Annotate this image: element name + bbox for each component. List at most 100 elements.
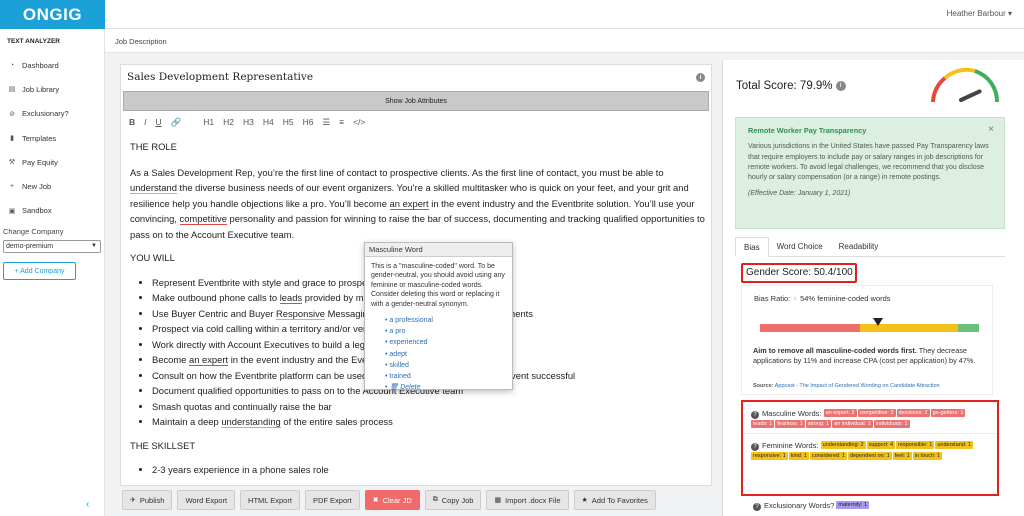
collapse-sidebar-icon[interactable]: ‹ — [86, 499, 89, 510]
action-bar: ✈ Publish Word Export HTML Export PDF Exp… — [122, 490, 661, 510]
word-tag[interactable]: responsible: 1 — [896, 441, 935, 450]
word-tag[interactable]: strong: 1 — [805, 420, 832, 429]
html-export-button[interactable]: HTML Export — [240, 490, 300, 510]
word-tag[interactable]: an individual: 1 — [832, 420, 873, 429]
h5-button[interactable]: H5 — [283, 117, 294, 127]
masculine-word[interactable]: an expert — [189, 354, 229, 366]
code-icon[interactable]: </> — [353, 117, 365, 127]
copy-job-button[interactable]: ⧉ Copy Job — [424, 490, 482, 510]
copy-icon: ⧉ — [432, 496, 438, 503]
publish-button[interactable]: ✈ Publish — [122, 490, 173, 510]
numbered-list-icon[interactable]: ≡ — [339, 117, 344, 127]
synonym-option[interactable]: experienced — [385, 337, 506, 348]
add-company-button[interactable]: + Add Company — [3, 262, 76, 280]
info-icon[interactable]: i — [835, 80, 846, 91]
exclusionary-words: ? Exclusionary Words? maternity: 1 — [753, 501, 870, 511]
link-icon[interactable]: 🔗 — [171, 117, 182, 128]
source-link[interactable]: Appcast - The Impact of Gendered Wording… — [775, 383, 940, 389]
sidebar-item-new-job[interactable]: + New Job — [0, 174, 105, 198]
word-export-button[interactable]: Word Export — [177, 490, 236, 510]
synonym-option[interactable]: adept — [385, 349, 506, 360]
word-tag[interactable]: go-getters: 1 — [930, 409, 966, 418]
h1-button[interactable]: H1 — [203, 117, 214, 127]
change-company-label: Change Company — [3, 227, 64, 236]
word-tag[interactable]: leads: 1 — [751, 420, 775, 429]
sidebar-item-sandbox[interactable]: ▣ Sandbox — [0, 199, 105, 223]
role-paragraph: As a Sales Development Rep, you’re the f… — [130, 166, 705, 240]
word-tag[interactable]: considered: 1 — [809, 452, 847, 461]
feminine-word[interactable]: Responsive — [276, 307, 326, 320]
info-icon[interactable]: i — [696, 73, 705, 82]
pdf-export-button[interactable]: PDF Export — [304, 490, 360, 510]
h3-button[interactable]: H3 — [243, 117, 254, 127]
sidebar-item-job-library[interactable]: ▤ Job Library — [0, 77, 105, 101]
word-tag[interactable]: responsive: 1 — [751, 452, 788, 461]
sidebar-item-templates[interactable]: ▮ Templates — [0, 126, 105, 150]
job-title[interactable]: Sales Development Representative — [127, 71, 313, 83]
tab-bias[interactable]: Bias — [735, 237, 769, 257]
word-tag[interactable]: dependent on: 1 — [847, 452, 892, 461]
help-icon[interactable]: ? — [751, 411, 759, 419]
notice-text: Various jurisdictions in the United Stat… — [748, 143, 989, 182]
file-icon: ▮ — [10, 135, 14, 143]
close-icon[interactable]: × — [988, 124, 994, 135]
sidebar-item-label: Templates — [22, 133, 57, 143]
list-item: Maintain a deep understanding of the ent… — [152, 414, 710, 430]
sidebar-item-exclusionary[interactable]: ⊘ Exclusionary? — [0, 102, 105, 126]
clear-jd-button[interactable]: ✖ Clear JD — [364, 490, 420, 510]
feminine-words: ? Feminine Words: understanding: 2 support… — [751, 441, 973, 461]
word-tag[interactable]: kind: 1 — [788, 452, 809, 461]
feminine-word[interactable]: understanding — [221, 416, 281, 428]
word-tag[interactable]: individuals: 1 — [873, 420, 910, 429]
delete-word-button[interactable]: 🗑 Delete — [385, 382, 506, 393]
synonym-option[interactable]: trained — [385, 371, 506, 382]
add-to-favorites-button[interactable]: ★ Add To Favorites — [573, 490, 656, 510]
feminine-word[interactable]: understand — [130, 182, 177, 194]
help-icon[interactable]: ? — [753, 503, 761, 511]
section-heading: THE ROLE — [130, 141, 177, 152]
word-tag[interactable]: fearless: 1 — [775, 420, 805, 429]
user-menu[interactable]: Heather Barbour ▾ — [947, 9, 1012, 18]
bullet-list-icon[interactable]: ☰ — [323, 117, 331, 128]
word-tag[interactable]: understanding: 2 — [820, 441, 866, 450]
synonym-option[interactable]: a pro — [385, 326, 506, 337]
word-tag[interactable]: feel: 1 — [892, 452, 912, 461]
h4-button[interactable]: H4 — [263, 117, 274, 127]
sidebar-item-label: Pay Equity — [22, 157, 58, 167]
word-tag[interactable]: an expert: 2 — [823, 409, 857, 418]
app-logo[interactable]: ONGIG — [0, 0, 105, 29]
total-score: Total Score: 79.9% i — [736, 80, 846, 92]
editor-toolbar: B I U 🔗 H1 H2 H3 H4 H5 H6 ☰ ≡ </> — [129, 115, 374, 129]
synonym-option[interactable]: skilled — [385, 360, 506, 371]
masculine-word[interactable]: an expert — [389, 197, 429, 210]
italic-button[interactable]: I — [144, 117, 146, 127]
import-docx-button[interactable]: ▦ Import .docx File — [486, 490, 569, 510]
bias-marker — [873, 318, 884, 326]
person-icon: ♀ — [792, 294, 798, 303]
underline-button[interactable]: U — [156, 117, 162, 127]
h6-button[interactable]: H6 — [303, 117, 314, 127]
h2-button[interactable]: H2 — [223, 117, 234, 127]
tooltip-body: This is a "masculine-coded" word. To be … — [365, 257, 512, 398]
masculine-word[interactable]: competitive — [179, 213, 227, 225]
masculine-word[interactable]: leads — [279, 292, 303, 304]
help-icon[interactable]: ? — [751, 443, 759, 452]
bold-button[interactable]: B — [129, 117, 135, 127]
tab-readability[interactable]: Readability — [831, 237, 887, 257]
bias-ratio-box: Bias Ratio: ♀ 54% feminine-coded words A… — [741, 285, 993, 395]
sidebar-item-pay-equity[interactable]: ⚒ Pay Equity — [0, 150, 105, 174]
source-citation: Source: Appcast - The Impact of Gendered… — [753, 383, 940, 389]
chevron-down-icon: ▼ — [91, 243, 97, 249]
show-attributes-button[interactable]: Show Job Attributes — [123, 91, 709, 111]
word-tag[interactable]: support: 4 — [866, 441, 896, 450]
word-tag[interactable]: decisions: 2 — [896, 409, 930, 418]
company-select[interactable]: demo-premium ▼ — [3, 240, 101, 253]
word-tag[interactable]: maternity: 1 — [836, 501, 870, 510]
word-tag[interactable]: understand: 1 — [935, 441, 973, 450]
gender-score: Gender Score: 50.4/100 — [741, 263, 857, 283]
sidebar-item-dashboard[interactable]: ◔ Dashboard — [0, 53, 105, 77]
synonym-option[interactable]: a professional — [385, 315, 506, 326]
word-tag[interactable]: competitive: 2 — [857, 409, 896, 418]
tab-word-choice[interactable]: Word Choice — [769, 237, 831, 257]
word-tag[interactable]: in touch: 1 — [912, 452, 943, 461]
